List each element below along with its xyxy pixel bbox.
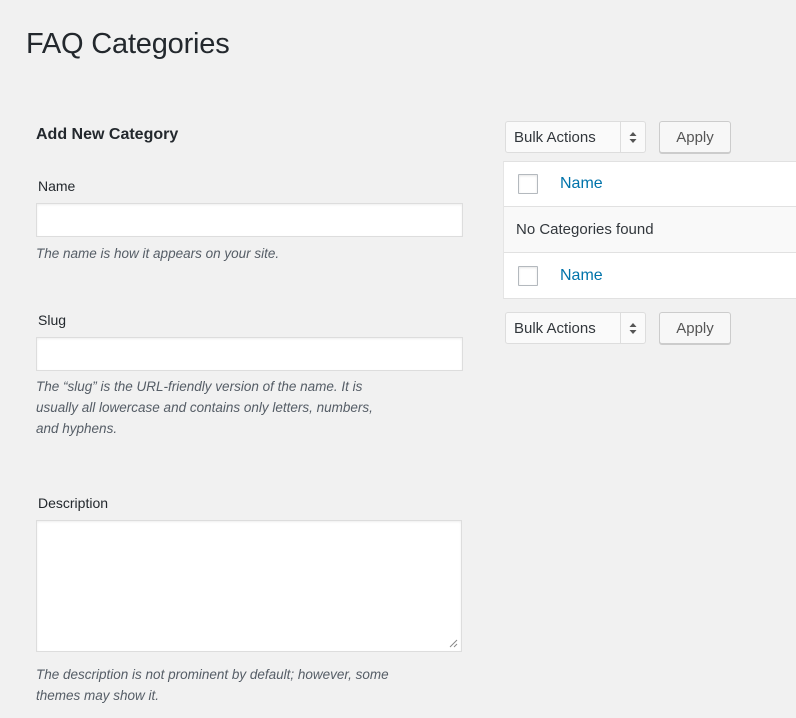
- apply-button-bottom[interactable]: Apply: [659, 312, 731, 344]
- name-help-text: The name is how it appears on your site.: [36, 246, 280, 261]
- table-footer-row: Name: [504, 253, 796, 298]
- slug-help-line: usually all lowercase and contains only …: [36, 400, 373, 415]
- add-new-category-heading: Add New Category: [36, 126, 179, 143]
- slug-label: Slug: [38, 312, 67, 328]
- select-all-checkbox-top[interactable]: [518, 174, 538, 194]
- name-label: Name: [38, 178, 76, 194]
- description-label: Description: [38, 495, 109, 511]
- bulk-actions-select-bottom[interactable]: Bulk Actions: [505, 312, 646, 344]
- slug-help-text: The “slug” is the URL-friendly version o…: [36, 376, 373, 439]
- bulk-actions-selected-label: Bulk Actions: [514, 128, 596, 146]
- description-help-line: The description is not prominent by defa…: [36, 667, 389, 682]
- bulk-actions-select-top[interactable]: Bulk Actions: [505, 121, 646, 153]
- updown-arrows-icon: [620, 122, 645, 152]
- bottom-bulk-actions-bar: Bulk Actions Apply: [505, 311, 731, 345]
- table-empty-row: No Categories found: [504, 207, 796, 253]
- no-categories-message: No Categories found: [516, 221, 654, 238]
- updown-arrows-icon: [620, 313, 645, 343]
- resize-grip-icon[interactable]: [448, 638, 458, 648]
- select-all-checkbox-bottom[interactable]: [518, 265, 538, 286]
- name-column-sort-link-bottom[interactable]: Name: [560, 267, 603, 285]
- slug-help-line: and hyphens.: [36, 421, 118, 436]
- slug-help-line: The “slug” is the URL-friendly version o…: [36, 379, 363, 394]
- description-help-line: themes may show it.: [36, 688, 160, 703]
- bulk-actions-selected-label: Bulk Actions: [514, 319, 596, 337]
- table-header-row: Name: [504, 162, 796, 207]
- name-input[interactable]: [36, 203, 463, 237]
- name-column-sort-link-top[interactable]: Name: [560, 175, 603, 193]
- categories-table: Name No Categories found Name: [503, 161, 796, 299]
- description-help-text: The description is not prominent by defa…: [36, 664, 389, 706]
- description-textarea[interactable]: [36, 520, 462, 652]
- page-title: FAQ Categories: [26, 28, 230, 60]
- slug-input[interactable]: [36, 337, 463, 371]
- apply-button-top[interactable]: Apply: [659, 121, 731, 153]
- top-bulk-actions-bar: Bulk Actions Apply: [505, 120, 731, 154]
